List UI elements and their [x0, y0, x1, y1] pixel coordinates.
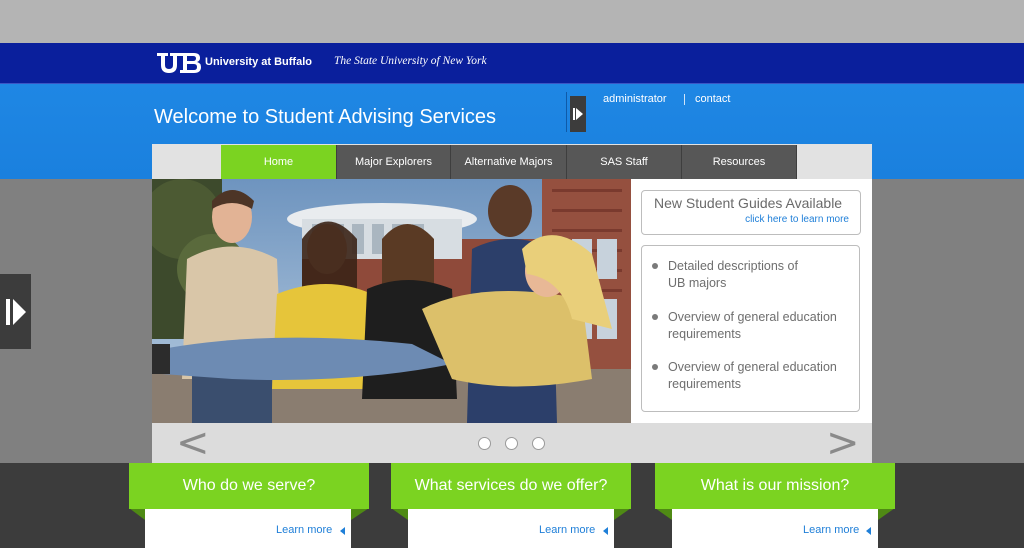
student-guides-title: New Student Guides Available: [654, 195, 843, 211]
expand-arrow-icon: [5, 298, 26, 325]
slide-dot-3[interactable]: [532, 437, 545, 450]
tab-major-explorers[interactable]: Major Explorers: [337, 145, 451, 179]
bullet-icon: [652, 364, 658, 370]
ribbon-fold-left: [391, 508, 408, 520]
administrator-link[interactable]: administrator: [603, 93, 667, 105]
caret-left-icon: [866, 527, 871, 535]
caret-left-icon: [340, 527, 345, 535]
bullet-icon: [652, 263, 658, 269]
ub-logo[interactable]: [156, 52, 202, 74]
university-name: University at Buffalo: [205, 56, 312, 68]
learn-more-link[interactable]: Learn more: [276, 524, 332, 536]
card-our-mission[interactable]: What is our mission?: [655, 463, 895, 509]
list-item: Overview of general education requiremen…: [668, 360, 837, 391]
ribbon-fold-right: [878, 508, 895, 520]
contact-link[interactable]: contact: [695, 93, 730, 105]
list-item: Overview of general education requiremen…: [668, 310, 837, 341]
tab-sas-staff[interactable]: SAS Staff: [567, 145, 682, 179]
university-tagline: The State University of New York: [334, 55, 487, 67]
slide-dot-2[interactable]: [505, 437, 518, 450]
tab-resources[interactable]: Resources: [682, 145, 797, 179]
header-toggle-button[interactable]: [570, 96, 586, 132]
learn-more-link[interactable]: Learn more: [803, 524, 859, 536]
ribbon-fold-right: [351, 508, 369, 520]
learn-more-link[interactable]: Learn more: [539, 524, 595, 536]
slide-dot-1[interactable]: [478, 437, 491, 450]
tab-alternative-majors[interactable]: Alternative Majors: [451, 145, 567, 179]
bullet-icon: [652, 314, 658, 320]
list-item: Detailed descriptions of UB majors: [668, 259, 798, 290]
card-who-do-we-serve[interactable]: Who do we serve?: [129, 463, 369, 509]
next-slide-button[interactable]: >: [826, 423, 860, 463]
previous-slide-button[interactable]: <: [176, 423, 210, 463]
card-what-services[interactable]: What services do we offer?: [391, 463, 631, 509]
university-bar: [0, 43, 1024, 84]
tab-home[interactable]: Home: [221, 145, 337, 179]
link-divider: [684, 94, 685, 105]
top-gray-band: [0, 0, 1024, 43]
header-divider: [566, 92, 567, 132]
ribbon-fold-right: [614, 508, 631, 520]
caret-left-icon: [603, 527, 608, 535]
page-title: Welcome to Student Advising Services: [154, 106, 497, 128]
student-guides-link[interactable]: click here to learn more: [745, 214, 849, 225]
ribbon-fold-left: [655, 508, 672, 520]
students-photo: [152, 179, 631, 423]
side-panel-toggle[interactable]: [0, 274, 31, 349]
ribbon-fold-left: [129, 508, 145, 520]
expand-arrow-icon: [573, 108, 583, 120]
